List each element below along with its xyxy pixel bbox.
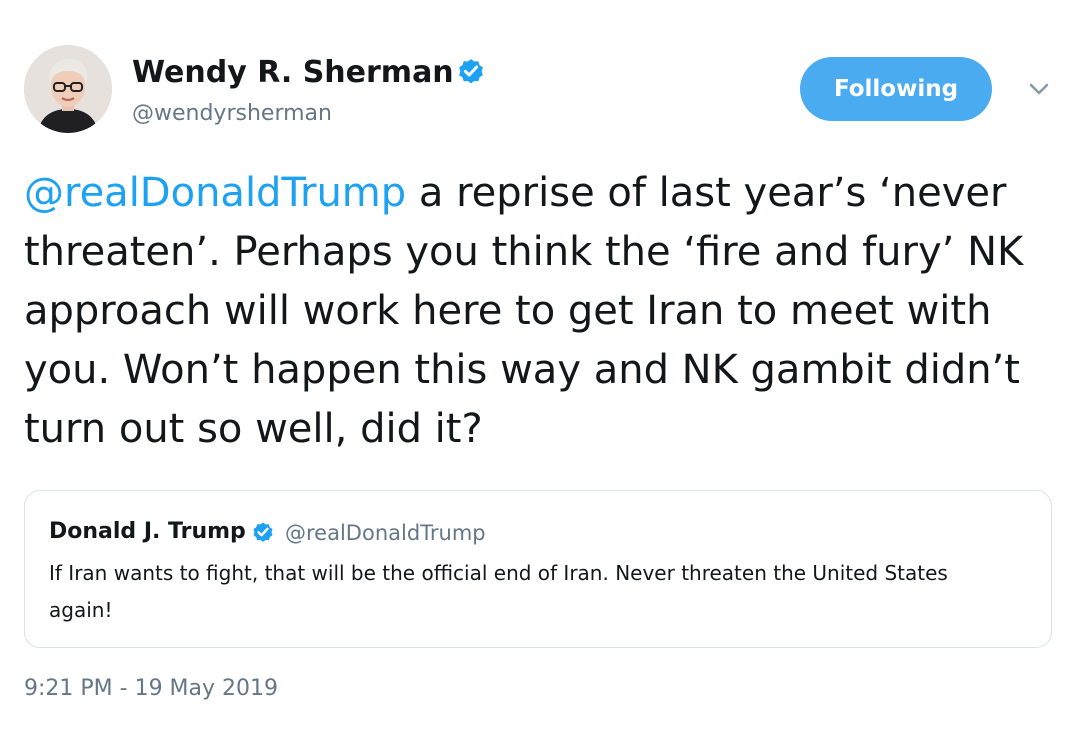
mention-link[interactable]: @realDonaldTrump (24, 170, 406, 216)
quoted-author-name: Donald J. Trump (49, 519, 246, 544)
tweet-timestamp[interactable]: 9:21 PM - 19 May 2019 (24, 676, 278, 701)
quoted-tweet-text: If Iran wants to fight, that will be the… (49, 561, 948, 622)
tweet-card: Wendy R. Sherman @wendyrsherman Followin… (0, 0, 1080, 729)
chevron-down-icon[interactable] (1024, 77, 1054, 101)
author-handle[interactable]: @wendyrsherman (132, 101, 332, 126)
following-button[interactable]: Following (800, 57, 992, 121)
author-display-name[interactable]: Wendy R. Sherman (132, 55, 454, 90)
quoted-author-handle: @realDonaldTrump (285, 521, 486, 545)
verified-badge-icon (253, 522, 273, 542)
verified-badge-icon (459, 59, 483, 84)
quoted-tweet[interactable]: Donald J. Trump @realDonaldTrump If Iran… (24, 490, 1052, 648)
avatar[interactable] (24, 45, 112, 133)
tweet-text: @realDonaldTrump a reprise of last year’… (24, 164, 1064, 459)
tweet-header: Wendy R. Sherman @wendyrsherman Followin… (24, 45, 1064, 137)
profile-photo-icon (24, 45, 112, 133)
